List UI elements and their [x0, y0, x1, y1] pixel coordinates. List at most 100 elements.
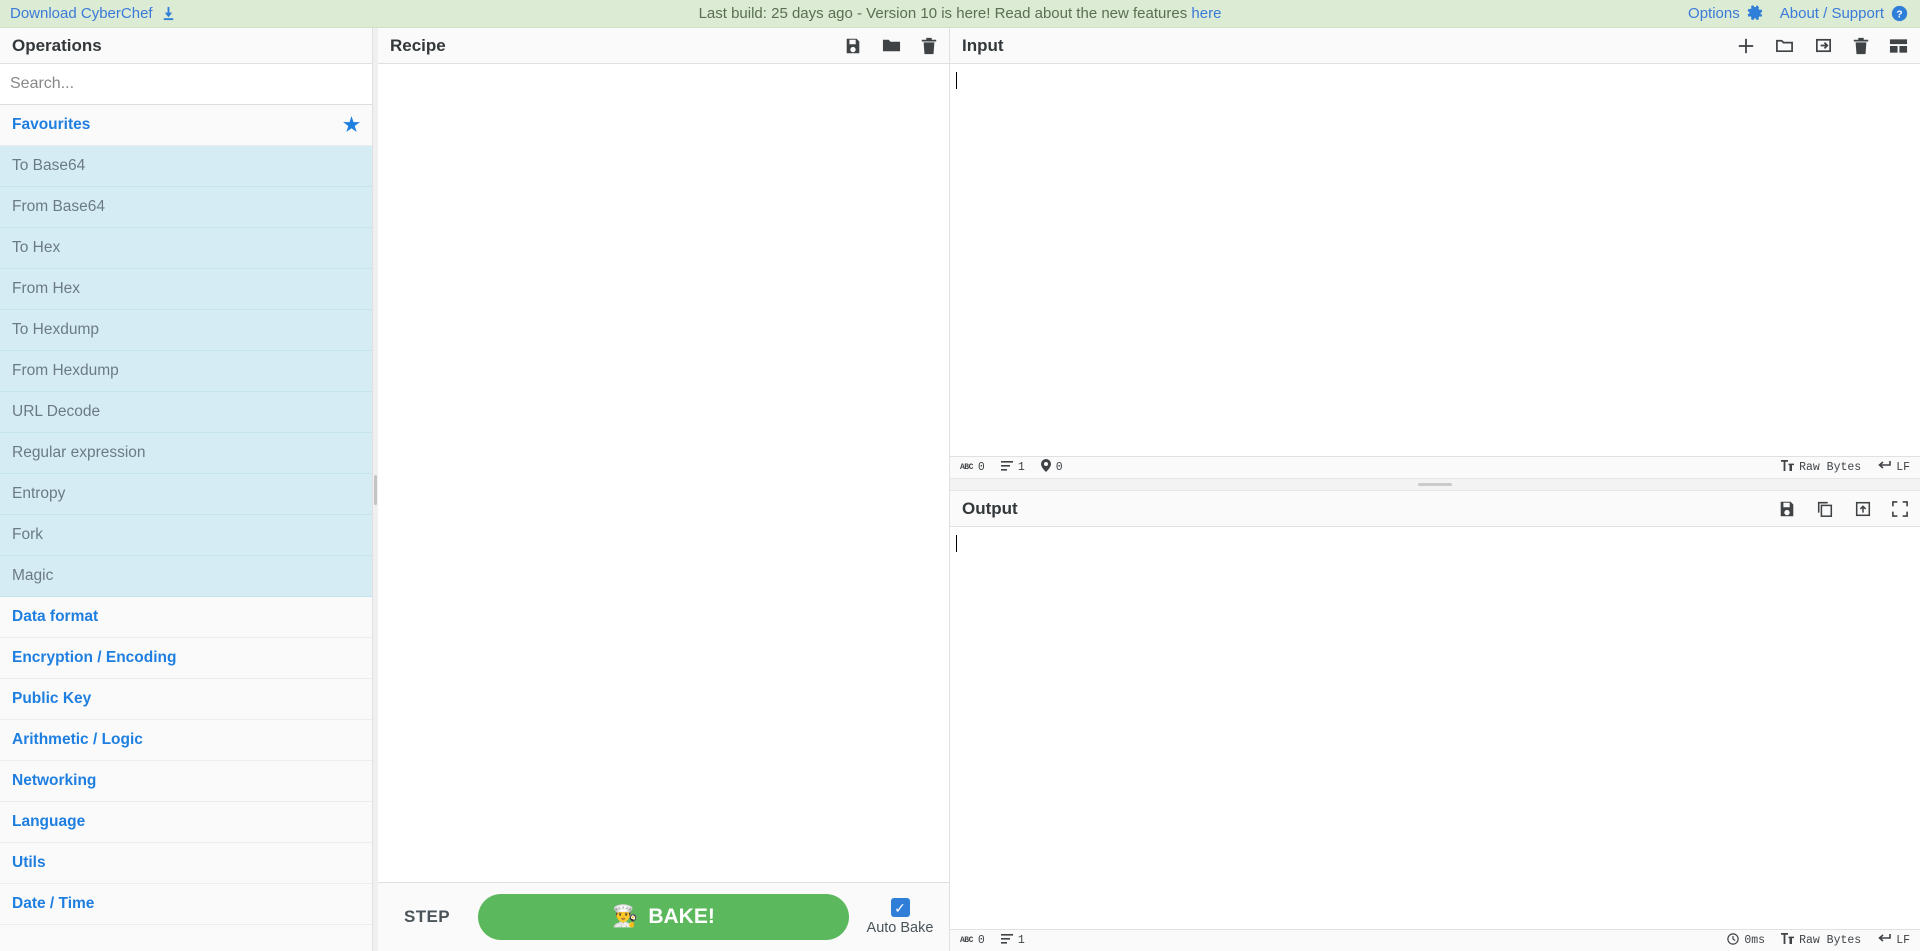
operation-from-hex[interactable]: From Hex — [0, 269, 372, 310]
input-status-left: ABC 0 1 0 — [960, 459, 1063, 476]
import-icon[interactable] — [1814, 36, 1833, 55]
operation-from-base64[interactable]: From Base64 — [0, 187, 372, 228]
output-editor[interactable] — [950, 527, 1920, 929]
category-favourites[interactable]: Favourites ★ — [0, 105, 372, 146]
operation-entropy[interactable]: Entropy — [0, 474, 372, 515]
save-icon[interactable] — [1778, 500, 1796, 518]
input-encoding[interactable]: Raw Bytes — [1781, 460, 1861, 475]
operation-from-hexdump[interactable]: From Hexdump — [0, 351, 372, 392]
operation-fork[interactable]: Fork — [0, 515, 372, 556]
operation-to-base64[interactable]: To Base64 — [0, 146, 372, 187]
output-lines-value: 1 — [1017, 934, 1025, 947]
new-features-link[interactable]: here — [1191, 5, 1221, 22]
input-position-value: 0 — [1055, 461, 1063, 474]
category-utils[interactable]: Utils — [0, 843, 372, 884]
lines-icon — [1000, 933, 1013, 948]
bake-button[interactable]: 👨‍🍳 BAKE! — [478, 894, 849, 940]
open-in-tab-icon[interactable] — [1854, 500, 1872, 518]
category-date-time[interactable]: Date / Time — [0, 884, 372, 925]
operation-regular-expression[interactable]: Regular expression — [0, 433, 372, 474]
output-caret — [956, 535, 957, 552]
output-timing: 0ms — [1727, 932, 1766, 949]
operations-recipe-splitter[interactable] — [373, 28, 378, 951]
plus-icon[interactable] — [1737, 37, 1755, 55]
category-language[interactable]: Language — [0, 802, 372, 843]
output-encoding-value: Raw Bytes — [1799, 934, 1862, 947]
category-data-format[interactable]: Data format — [0, 597, 372, 638]
io-column: Input ABC 0 1 0 Raw Bytes LF Output ABC … — [950, 28, 1920, 951]
recipe-header-actions — [844, 36, 937, 55]
banner-actions: Options About / Support ? — [1688, 5, 1908, 22]
output-panel: Output ABC 0 1 0ms Raw Bytes LF — [950, 491, 1920, 951]
search-input[interactable] — [0, 64, 372, 105]
about-support-label[interactable]: About / Support — [1780, 5, 1884, 22]
input-panel: Input ABC 0 1 0 Raw Bytes LF — [950, 28, 1920, 478]
operations-list[interactable]: Favourites ★ To Base64 From Base64 To He… — [0, 105, 372, 951]
folder-open-icon[interactable] — [1775, 36, 1794, 55]
input-header: Input — [950, 28, 1920, 64]
top-banner: Download CyberChef Last build: 25 days a… — [0, 0, 1920, 28]
category-favourites-label: Favourites — [12, 116, 91, 133]
input-line-ending-value: LF — [1896, 461, 1910, 474]
category-networking[interactable]: Networking — [0, 761, 372, 802]
star-icon: ★ — [342, 114, 360, 136]
output-line-ending-value: LF — [1896, 934, 1910, 947]
gear-icon[interactable] — [1747, 5, 1764, 22]
trash-icon[interactable] — [921, 37, 937, 55]
folder-icon[interactable] — [882, 36, 901, 55]
output-header-actions — [1778, 500, 1908, 518]
input-length: ABC 0 — [960, 461, 985, 474]
abc-icon: ABC — [960, 463, 973, 472]
recipe-steps-list[interactable] — [378, 64, 949, 882]
download-cyberchef-label[interactable]: Download CyberChef — [10, 5, 153, 22]
operation-to-hex[interactable]: To Hex — [0, 228, 372, 269]
recipe-title: Recipe — [390, 35, 446, 55]
input-status-right: Raw Bytes LF — [1781, 460, 1910, 475]
operation-to-hexdump[interactable]: To Hexdump — [0, 310, 372, 351]
operation-url-decode[interactable]: URL Decode — [0, 392, 372, 433]
save-icon[interactable] — [844, 37, 862, 55]
category-public-key[interactable]: Public Key — [0, 679, 372, 720]
question-circle-icon[interactable]: ? — [1891, 5, 1908, 22]
operations-panel: Operations Favourites ★ To Base64 From B… — [0, 28, 373, 951]
category-encryption-encoding[interactable]: Encryption / Encoding — [0, 638, 372, 679]
download-icon[interactable] — [161, 6, 176, 21]
options-label[interactable]: Options — [1688, 5, 1740, 22]
chef-icon: 👨‍🍳 — [612, 905, 639, 928]
abc-icon: ABC — [960, 936, 973, 945]
about-support-button[interactable]: About / Support ? — [1780, 5, 1908, 22]
build-notice: Last build: 25 days ago - Version 10 is … — [0, 5, 1920, 22]
input-lines: 1 — [1000, 460, 1025, 475]
app-body: Operations Favourites ★ To Base64 From B… — [0, 28, 1920, 951]
input-output-splitter[interactable] — [950, 478, 1920, 491]
operation-magic[interactable]: Magic — [0, 556, 372, 597]
input-position: 0 — [1040, 459, 1063, 476]
output-status-right: 0ms Raw Bytes LF — [1727, 932, 1910, 949]
input-editor[interactable] — [950, 64, 1920, 456]
return-icon — [1877, 460, 1891, 475]
tabs-layout-icon[interactable] — [1889, 38, 1908, 54]
output-length: ABC 0 — [960, 934, 985, 947]
output-length-value: 0 — [977, 934, 985, 947]
maximize-icon[interactable] — [1892, 500, 1908, 517]
output-lines: 1 — [1000, 933, 1025, 948]
output-timing-value: 0ms — [1744, 934, 1766, 947]
operations-title: Operations — [0, 28, 372, 64]
auto-bake-toggle[interactable]: ✓ Auto Bake — [863, 898, 937, 936]
options-button[interactable]: Options — [1688, 5, 1764, 22]
clock-icon — [1727, 932, 1740, 949]
input-lines-value: 1 — [1017, 461, 1025, 474]
input-line-ending[interactable]: LF — [1877, 460, 1910, 475]
auto-bake-checkbox[interactable]: ✓ — [890, 898, 910, 917]
download-cyberchef-link[interactable]: Download CyberChef — [10, 5, 176, 22]
output-header: Output — [950, 491, 1920, 527]
output-line-ending[interactable]: LF — [1877, 933, 1910, 948]
trash-icon[interactable] — [1853, 37, 1869, 55]
output-encoding[interactable]: Raw Bytes — [1781, 933, 1861, 948]
category-arithmetic-logic[interactable]: Arithmetic / Logic — [0, 720, 372, 761]
step-button[interactable]: STEP — [390, 899, 464, 935]
input-caret — [956, 72, 957, 89]
lines-icon — [1000, 460, 1013, 475]
map-pin-icon — [1040, 459, 1051, 476]
copy-icon[interactable] — [1816, 500, 1834, 518]
